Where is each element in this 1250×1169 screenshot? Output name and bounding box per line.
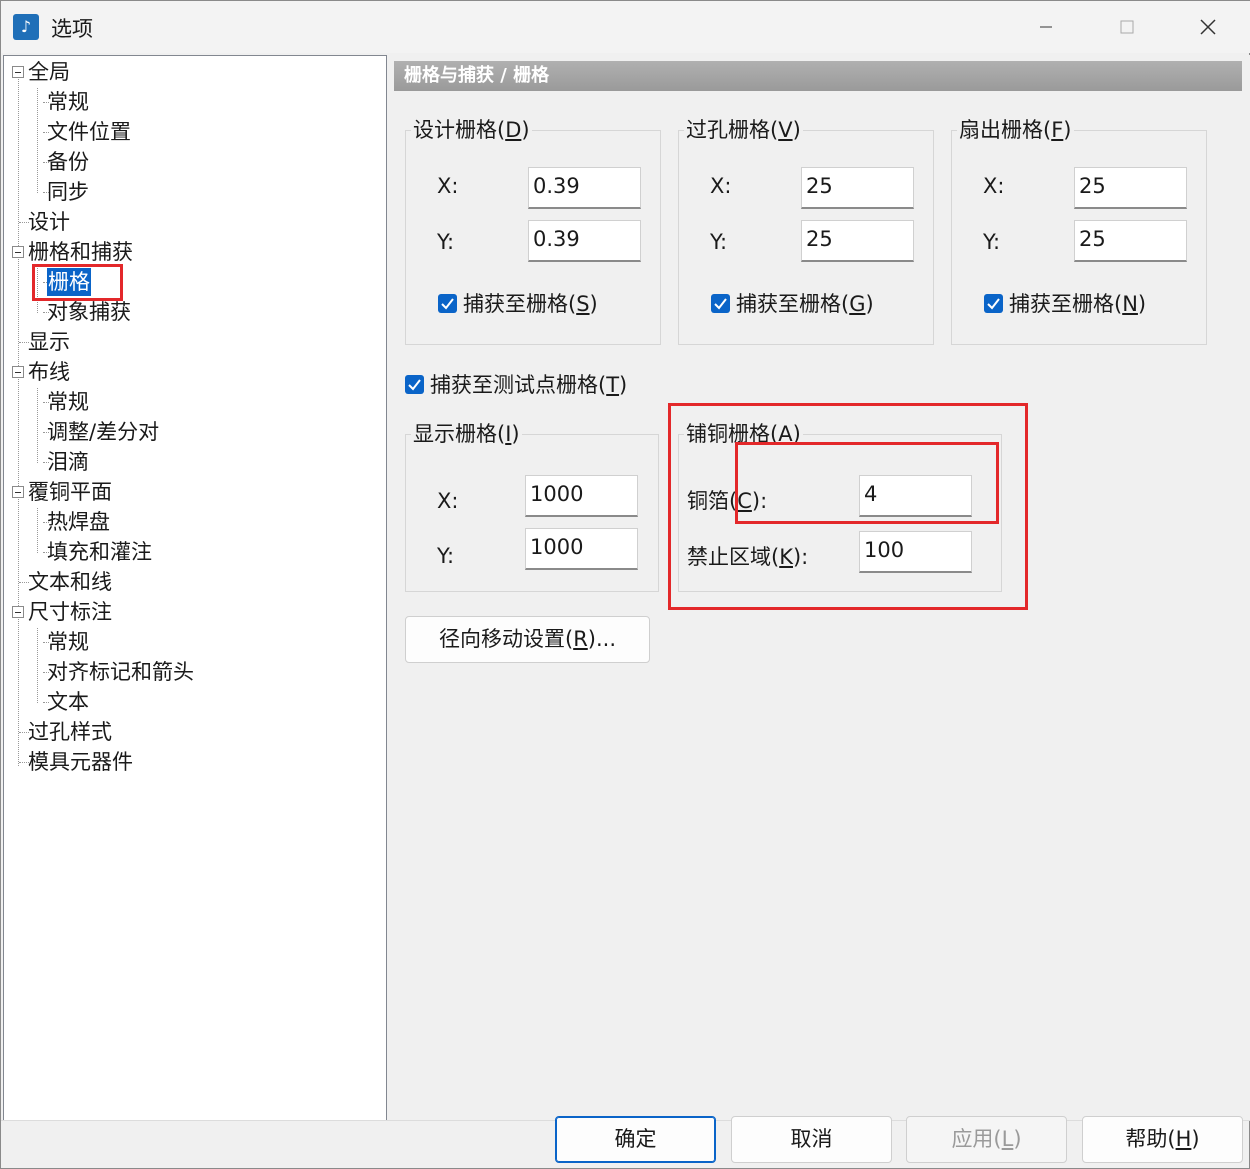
fanout-grid-y-label: Y: xyxy=(983,230,1001,254)
via-grid-snap-label[interactable]: 捕获至栅格(G) xyxy=(736,291,874,317)
radial-move-setup-button[interactable]: 径向移动设置(R)... xyxy=(405,616,650,663)
checkmark-icon xyxy=(714,298,727,310)
test-point-snap-checkbox[interactable] xyxy=(405,375,424,394)
title-bar: ♪ 选项 xyxy=(1,1,1250,53)
test-point-snap-label[interactable]: 捕获至测试点栅格(T) xyxy=(430,372,627,398)
maximize-button[interactable] xyxy=(1107,9,1147,45)
tree-item-global[interactable]: 全局 xyxy=(28,58,70,86)
page-title: 栅格与捕获 / 栅格 xyxy=(394,61,1242,91)
fanout-grid-x-input[interactable]: 25 xyxy=(1074,167,1187,209)
close-button[interactable] xyxy=(1188,9,1228,45)
tree-item-dimensioning[interactable]: 尺寸标注 xyxy=(28,598,112,626)
tree-item-dim-general[interactable]: 常规 xyxy=(47,628,89,656)
design-grid-y-label: Y: xyxy=(437,230,455,254)
checkmark-icon xyxy=(408,379,421,391)
tree-item-text-lines[interactable]: 文本和线 xyxy=(28,568,112,596)
help-button[interactable]: 帮助(H) xyxy=(1082,1116,1243,1163)
tree-item-via-patterns[interactable]: 过孔样式 xyxy=(28,718,112,746)
collapse-toggle-icon[interactable] xyxy=(12,486,24,498)
via-grid-label: 过孔栅格(V) xyxy=(684,117,803,143)
tree-item-file-locations[interactable]: 文件位置 xyxy=(47,118,131,146)
via-grid-y-label: Y: xyxy=(710,230,728,254)
display-grid-y-label: Y: xyxy=(437,544,455,568)
minimize-button[interactable] xyxy=(1026,9,1066,45)
options-dialog: ♪ 选项 全局 常规 文件位置 备份 同步 设计 栅格和捕获 栅格 对象捕获 显… xyxy=(0,0,1250,1169)
cancel-button[interactable]: 取消 xyxy=(731,1116,892,1163)
tree-item-general[interactable]: 常规 xyxy=(47,88,89,116)
via-grid-x-label: X: xyxy=(710,174,732,198)
window-title: 选项 xyxy=(51,17,93,41)
fanout-grid-label: 扇出栅格(F) xyxy=(957,117,1074,143)
app-icon: ♪ xyxy=(13,14,39,40)
display-grid-y-input[interactable]: 1000 xyxy=(525,528,638,570)
tree-item-thermals[interactable]: 热焊盘 xyxy=(47,508,110,536)
display-grid-x-input[interactable]: 1000 xyxy=(525,475,638,517)
tree-item-sync[interactable]: 同步 xyxy=(47,178,89,206)
tree-item-backup[interactable]: 备份 xyxy=(47,148,89,176)
tree-item-teardrops[interactable]: 泪滴 xyxy=(47,448,89,476)
apply-button[interactable]: 应用(L) xyxy=(906,1116,1067,1163)
tree-item-copper-planes[interactable]: 覆铜平面 xyxy=(28,478,112,506)
design-grid-y-input[interactable]: 0.39 xyxy=(528,220,641,262)
collapse-toggle-icon[interactable] xyxy=(12,606,24,618)
tree-item-tuning-diff-pairs[interactable]: 调整/差分对 xyxy=(47,418,159,446)
fanout-grid-snap-checkbox[interactable] xyxy=(984,294,1003,313)
checkmark-icon xyxy=(441,298,454,310)
fanout-grid-x-label: X: xyxy=(983,174,1005,198)
tree-item-grids-snap[interactable]: 栅格和捕获 xyxy=(28,238,133,266)
tree-item-fill-flood[interactable]: 填充和灌注 xyxy=(47,538,152,566)
via-grid-snap-checkbox[interactable] xyxy=(711,294,730,313)
collapse-toggle-icon[interactable] xyxy=(12,66,24,78)
tree-item-routing-general[interactable]: 常规 xyxy=(47,388,89,416)
tree-item-object-snap[interactable]: 对象捕获 xyxy=(47,298,131,326)
display-grid-label: 显示栅格(I) xyxy=(411,421,522,447)
fanout-grid-snap-label[interactable]: 捕获至栅格(N) xyxy=(1009,291,1146,317)
design-grid-snap-checkbox[interactable] xyxy=(438,294,457,313)
via-grid-x-input[interactable]: 25 xyxy=(801,167,914,209)
maximize-icon xyxy=(1120,20,1134,34)
collapse-toggle-icon[interactable] xyxy=(12,246,24,258)
design-grid-x-label: X: xyxy=(437,174,459,198)
design-grid-x-input[interactable]: 0.39 xyxy=(528,167,641,209)
fanout-grid-y-input[interactable]: 25 xyxy=(1074,220,1187,262)
checkmark-icon xyxy=(987,298,1000,310)
design-grid-label: 设计栅格(D) xyxy=(411,117,532,143)
tree-item-die-components[interactable]: 模具元器件 xyxy=(28,748,133,776)
category-tree[interactable]: 全局 常规 文件位置 备份 同步 设计 栅格和捕获 栅格 对象捕获 显示 布线 … xyxy=(3,55,387,1121)
display-grid-x-label: X: xyxy=(437,489,459,513)
tree-item-display[interactable]: 显示 xyxy=(28,328,70,356)
design-grid-snap-label[interactable]: 捕获至栅格(S) xyxy=(463,291,598,317)
minimize-icon xyxy=(1040,26,1052,28)
collapse-toggle-icon[interactable] xyxy=(12,366,24,378)
tree-item-dim-text[interactable]: 文本 xyxy=(47,688,89,716)
ok-button[interactable]: 确定 xyxy=(555,1116,716,1163)
highlight-box xyxy=(735,442,999,524)
close-icon xyxy=(1200,19,1216,35)
tree-item-routing[interactable]: 布线 xyxy=(28,358,70,386)
via-grid-y-input[interactable]: 25 xyxy=(801,220,914,262)
highlight-box xyxy=(32,264,123,301)
tree-item-alignment-arrows[interactable]: 对齐标记和箭头 xyxy=(47,658,194,686)
tree-item-design[interactable]: 设计 xyxy=(28,208,70,236)
